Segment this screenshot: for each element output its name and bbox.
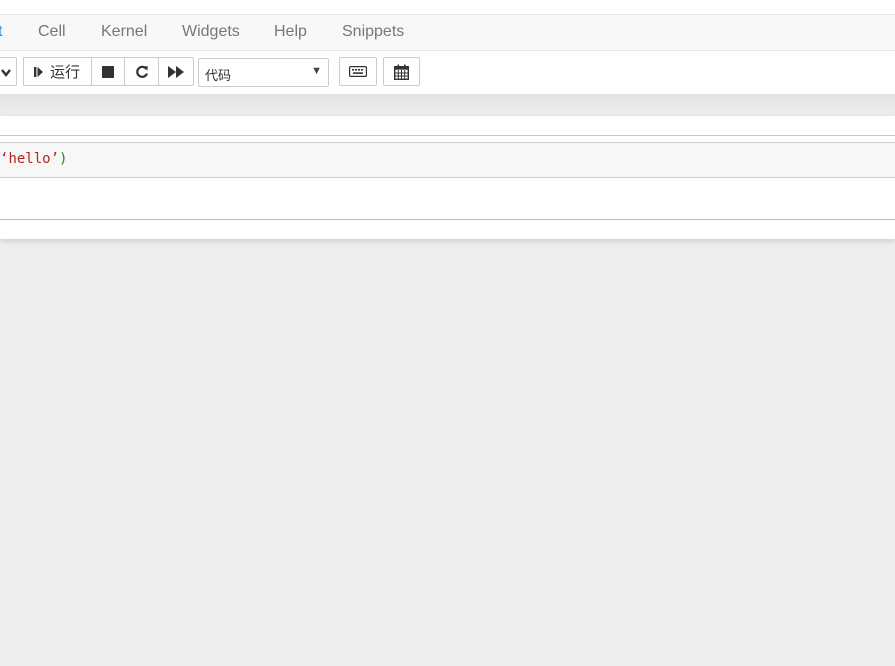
menu-item-cell[interactable]: Cell xyxy=(38,23,66,41)
cell-type-select[interactable]: 代码 ▼ xyxy=(198,58,329,87)
top-strip xyxy=(0,0,895,14)
move-cell-down-button[interactable] xyxy=(0,57,17,86)
step-forward-icon xyxy=(34,66,44,78)
keyboard-icon xyxy=(349,66,367,77)
menu-item-help[interactable]: Help xyxy=(274,23,307,41)
restart-kernel-button[interactable] xyxy=(124,57,159,86)
fast-forward-icon xyxy=(168,66,184,78)
calendar-icon xyxy=(394,64,409,80)
stop-icon xyxy=(102,66,114,78)
toolbar-shadow xyxy=(0,94,895,116)
output-area-border xyxy=(0,219,895,220)
calendar-button[interactable] xyxy=(383,57,420,86)
cell-type-value: 代码 xyxy=(205,65,231,84)
chevron-down-icon: ▼ xyxy=(311,65,322,77)
code-string: hello xyxy=(8,151,50,167)
command-palette-button[interactable] xyxy=(339,57,377,86)
previous-cell-border xyxy=(0,135,895,136)
run-button[interactable]: 运行 xyxy=(23,57,92,86)
restart-run-all-button[interactable] xyxy=(158,57,194,86)
toolbar: 运行 xyxy=(0,51,895,94)
move-down-icon xyxy=(0,66,12,78)
menu-item-insert-partial[interactable]: t xyxy=(0,23,2,41)
code-close-paren: ) xyxy=(59,151,67,167)
code-line[interactable]: ‘hello’) xyxy=(0,151,67,167)
restart-icon xyxy=(135,65,149,79)
code-close-quote: ’ xyxy=(51,151,59,167)
menu-item-snippets[interactable]: Snippets xyxy=(342,23,404,41)
notebook-container: ‘hello’) xyxy=(0,116,895,239)
code-cell[interactable]: ‘hello’) xyxy=(0,142,895,178)
interrupt-kernel-button[interactable] xyxy=(91,57,125,86)
run-button-label: 运行 xyxy=(50,61,80,82)
menu-item-widgets[interactable]: Widgets xyxy=(182,23,240,41)
menu-item-kernel[interactable]: Kernel xyxy=(101,23,147,41)
menubar: t Cell Kernel Widgets Help Snippets xyxy=(0,14,895,51)
